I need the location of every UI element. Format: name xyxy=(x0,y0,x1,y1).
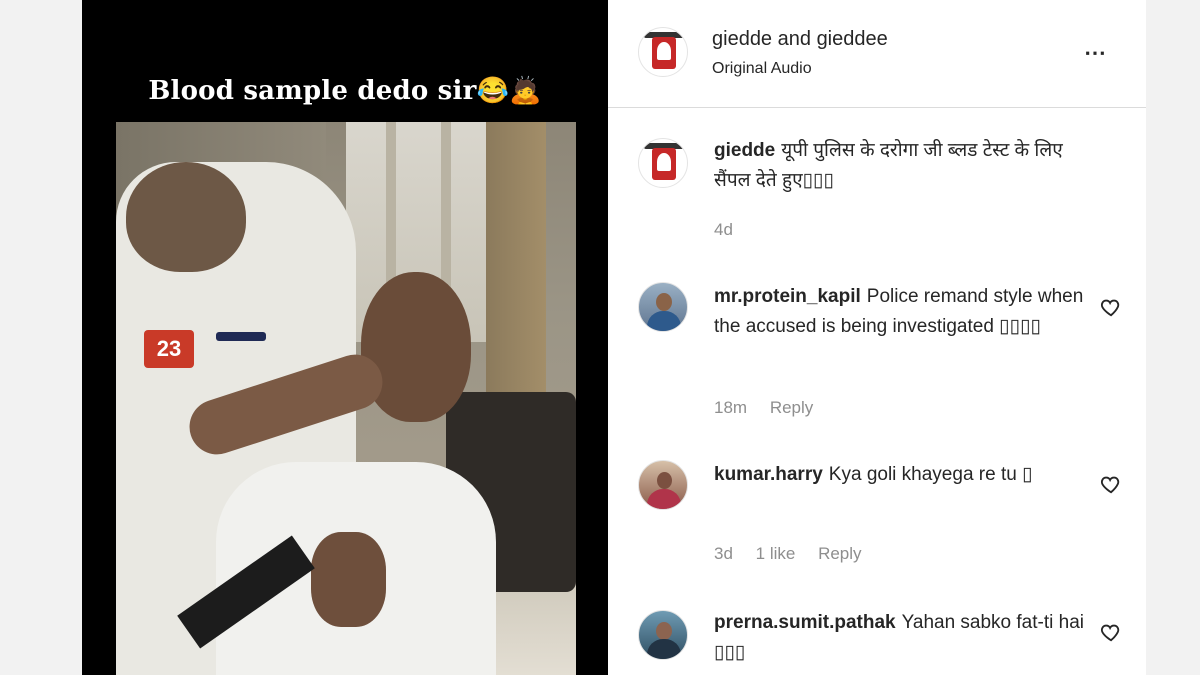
heart-icon[interactable] xyxy=(1100,621,1122,643)
avatar-face xyxy=(657,472,672,489)
seated-person-head xyxy=(361,272,471,422)
author-avatar[interactable] xyxy=(638,27,688,77)
author-name[interactable]: giedde xyxy=(712,28,772,50)
post-header: giedde and gieddee Original Audio ⋯ xyxy=(608,0,1146,108)
comment-username[interactable]: mr.protein_kapil xyxy=(714,286,861,307)
comment-username[interactable]: prerna.sumit.pathak xyxy=(714,612,896,633)
comment-text: prerna.sumit.pathak Yahan sabko fat-ti ha… xyxy=(714,608,1094,668)
video-overlay-caption: Blood sample dedo sir😂🙇 xyxy=(148,76,542,106)
caption-username[interactable]: giedde xyxy=(714,140,775,161)
heart-icon[interactable] xyxy=(1100,473,1122,495)
background-pillar xyxy=(486,122,546,422)
comment-time[interactable]: 3d xyxy=(714,544,733,563)
caption-text: giedde यूपी पुलिस के दरोगा जी ब्लड टेस्ट … xyxy=(714,136,1094,196)
comment-time[interactable]: 18m xyxy=(714,398,747,417)
comment-likes[interactable]: 1 like xyxy=(756,544,796,563)
standing-person-head xyxy=(126,162,246,272)
page-gutter xyxy=(1146,0,1200,675)
comment-text: mr.protein_kapil Police remand style when… xyxy=(714,282,1094,342)
pocket-pen xyxy=(216,332,266,341)
avatar-body xyxy=(647,311,681,331)
video-player[interactable]: Blood sample dedo sir😂🙇 23 xyxy=(82,0,608,675)
caption-avatar[interactable] xyxy=(638,138,688,188)
post-authors: giedde and gieddee xyxy=(712,28,888,51)
comment-body: Kya goli khayega re tu ▯ xyxy=(828,464,1033,485)
video-frame[interactable]: 23 xyxy=(116,122,576,675)
reply-button[interactable]: Reply xyxy=(818,544,861,563)
heart-icon[interactable] xyxy=(1100,296,1122,318)
avatar-body xyxy=(647,489,681,509)
logo-figure xyxy=(657,42,671,60)
comments-panel: giedde and gieddee Original Audio ⋯ gied… xyxy=(608,0,1146,675)
commenter-avatar[interactable] xyxy=(638,282,688,332)
comment-username[interactable]: kumar.harry xyxy=(714,464,823,485)
comment-meta: 3d 1 like Reply xyxy=(714,544,880,564)
commenter-avatar[interactable] xyxy=(638,610,688,660)
caption-time[interactable]: 4d xyxy=(714,220,733,239)
more-options-icon[interactable]: ⋯ xyxy=(1084,40,1107,66)
fist xyxy=(311,532,386,627)
collaborator-joiner: and xyxy=(777,28,811,50)
collaborator-name[interactable]: gieddee xyxy=(817,28,888,50)
avatar-body xyxy=(647,639,681,659)
reply-button[interactable]: Reply xyxy=(770,398,813,417)
avatar-face xyxy=(656,293,672,311)
audio-label[interactable]: Original Audio xyxy=(712,60,812,78)
comment-meta: 18m Reply xyxy=(714,398,831,418)
comment-text: kumar.harry Kya goli khayega re tu ▯ xyxy=(714,460,1094,490)
shirt-badge: 23 xyxy=(144,330,194,368)
logo-figure xyxy=(657,153,671,171)
avatar-face xyxy=(656,622,672,640)
caption-meta: 4d xyxy=(714,220,751,240)
commenter-avatar[interactable] xyxy=(638,460,688,510)
